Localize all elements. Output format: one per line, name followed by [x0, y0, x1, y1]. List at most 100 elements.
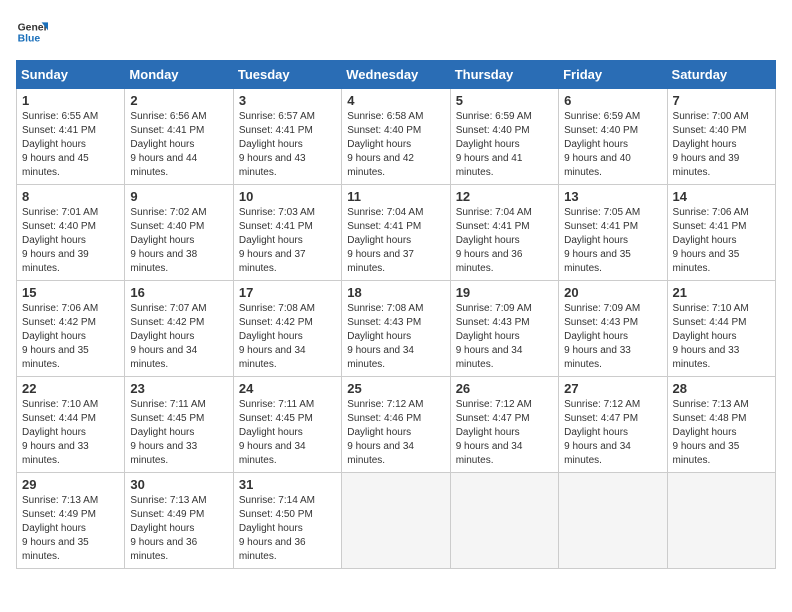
calendar-day-cell: 7 Sunrise: 7:00 AM Sunset: 4:40 PM Dayli…	[667, 89, 775, 185]
day-info: Sunrise: 7:12 AM Sunset: 4:46 PM Dayligh…	[347, 398, 444, 468]
day-number: 19	[456, 285, 553, 300]
day-number: 30	[130, 477, 227, 492]
weekday-header: Saturday	[667, 61, 775, 89]
day-number: 12	[456, 189, 553, 204]
day-info: Sunrise: 6:55 AM Sunset: 4:41 PM Dayligh…	[22, 110, 119, 180]
calendar-day-cell: 24 Sunrise: 7:11 AM Sunset: 4:45 PM Dayl…	[233, 377, 341, 473]
day-number: 10	[239, 189, 336, 204]
day-number: 16	[130, 285, 227, 300]
calendar-day-cell: 4 Sunrise: 6:58 AM Sunset: 4:40 PM Dayli…	[342, 89, 450, 185]
day-number: 24	[239, 381, 336, 396]
day-number: 13	[564, 189, 661, 204]
day-number: 1	[22, 93, 119, 108]
day-info: Sunrise: 7:13 AM Sunset: 4:48 PM Dayligh…	[673, 398, 770, 468]
day-number: 17	[239, 285, 336, 300]
calendar-day-cell: 28 Sunrise: 7:13 AM Sunset: 4:48 PM Dayl…	[667, 377, 775, 473]
day-number: 23	[130, 381, 227, 396]
day-number: 31	[239, 477, 336, 492]
calendar-day-cell: 11 Sunrise: 7:04 AM Sunset: 4:41 PM Dayl…	[342, 185, 450, 281]
calendar-table: SundayMondayTuesdayWednesdayThursdayFrid…	[16, 60, 776, 569]
day-number: 7	[673, 93, 770, 108]
day-info: Sunrise: 7:10 AM Sunset: 4:44 PM Dayligh…	[673, 302, 770, 372]
day-number: 18	[347, 285, 444, 300]
day-number: 2	[130, 93, 227, 108]
calendar-day-cell: 19 Sunrise: 7:09 AM Sunset: 4:43 PM Dayl…	[450, 281, 558, 377]
day-info: Sunrise: 6:59 AM Sunset: 4:40 PM Dayligh…	[456, 110, 553, 180]
day-info: Sunrise: 6:59 AM Sunset: 4:40 PM Dayligh…	[564, 110, 661, 180]
day-number: 15	[22, 285, 119, 300]
day-info: Sunrise: 6:56 AM Sunset: 4:41 PM Dayligh…	[130, 110, 227, 180]
calendar-week-row: 1 Sunrise: 6:55 AM Sunset: 4:41 PM Dayli…	[17, 89, 776, 185]
day-number: 20	[564, 285, 661, 300]
day-number: 8	[22, 189, 119, 204]
day-number: 5	[456, 93, 553, 108]
day-info: Sunrise: 7:04 AM Sunset: 4:41 PM Dayligh…	[347, 206, 444, 276]
weekday-header: Tuesday	[233, 61, 341, 89]
calendar-week-row: 29 Sunrise: 7:13 AM Sunset: 4:49 PM Dayl…	[17, 473, 776, 569]
calendar-day-cell: 23 Sunrise: 7:11 AM Sunset: 4:45 PM Dayl…	[125, 377, 233, 473]
calendar-day-cell: 27 Sunrise: 7:12 AM Sunset: 4:47 PM Dayl…	[559, 377, 667, 473]
calendar-day-cell: 21 Sunrise: 7:10 AM Sunset: 4:44 PM Dayl…	[667, 281, 775, 377]
calendar-day-cell: 8 Sunrise: 7:01 AM Sunset: 4:40 PM Dayli…	[17, 185, 125, 281]
calendar-day-cell	[450, 473, 558, 569]
day-number: 4	[347, 93, 444, 108]
calendar-day-cell: 20 Sunrise: 7:09 AM Sunset: 4:43 PM Dayl…	[559, 281, 667, 377]
day-info: Sunrise: 7:06 AM Sunset: 4:42 PM Dayligh…	[22, 302, 119, 372]
calendar-week-row: 8 Sunrise: 7:01 AM Sunset: 4:40 PM Dayli…	[17, 185, 776, 281]
day-info: Sunrise: 7:02 AM Sunset: 4:40 PM Dayligh…	[130, 206, 227, 276]
day-info: Sunrise: 7:06 AM Sunset: 4:41 PM Dayligh…	[673, 206, 770, 276]
weekday-header: Friday	[559, 61, 667, 89]
day-info: Sunrise: 7:09 AM Sunset: 4:43 PM Dayligh…	[564, 302, 661, 372]
day-number: 3	[239, 93, 336, 108]
day-number: 26	[456, 381, 553, 396]
day-info: Sunrise: 7:09 AM Sunset: 4:43 PM Dayligh…	[456, 302, 553, 372]
calendar-day-cell: 1 Sunrise: 6:55 AM Sunset: 4:41 PM Dayli…	[17, 89, 125, 185]
day-number: 29	[22, 477, 119, 492]
weekday-header: Sunday	[17, 61, 125, 89]
day-info: Sunrise: 7:08 AM Sunset: 4:42 PM Dayligh…	[239, 302, 336, 372]
calendar-day-cell: 30 Sunrise: 7:13 AM Sunset: 4:49 PM Dayl…	[125, 473, 233, 569]
day-info: Sunrise: 7:08 AM Sunset: 4:43 PM Dayligh…	[347, 302, 444, 372]
calendar-header-row: SundayMondayTuesdayWednesdayThursdayFrid…	[17, 61, 776, 89]
day-number: 21	[673, 285, 770, 300]
day-info: Sunrise: 7:13 AM Sunset: 4:49 PM Dayligh…	[22, 494, 119, 564]
day-info: Sunrise: 7:11 AM Sunset: 4:45 PM Dayligh…	[130, 398, 227, 468]
day-number: 14	[673, 189, 770, 204]
day-info: Sunrise: 7:04 AM Sunset: 4:41 PM Dayligh…	[456, 206, 553, 276]
day-number: 6	[564, 93, 661, 108]
calendar-day-cell	[559, 473, 667, 569]
day-info: Sunrise: 7:05 AM Sunset: 4:41 PM Dayligh…	[564, 206, 661, 276]
day-info: Sunrise: 7:12 AM Sunset: 4:47 PM Dayligh…	[564, 398, 661, 468]
day-number: 22	[22, 381, 119, 396]
calendar-day-cell: 2 Sunrise: 6:56 AM Sunset: 4:41 PM Dayli…	[125, 89, 233, 185]
day-number: 27	[564, 381, 661, 396]
calendar-day-cell: 15 Sunrise: 7:06 AM Sunset: 4:42 PM Dayl…	[17, 281, 125, 377]
calendar-day-cell: 18 Sunrise: 7:08 AM Sunset: 4:43 PM Dayl…	[342, 281, 450, 377]
calendar-day-cell: 14 Sunrise: 7:06 AM Sunset: 4:41 PM Dayl…	[667, 185, 775, 281]
day-number: 25	[347, 381, 444, 396]
weekday-header: Wednesday	[342, 61, 450, 89]
calendar-day-cell: 26 Sunrise: 7:12 AM Sunset: 4:47 PM Dayl…	[450, 377, 558, 473]
day-number: 28	[673, 381, 770, 396]
calendar-day-cell: 31 Sunrise: 7:14 AM Sunset: 4:50 PM Dayl…	[233, 473, 341, 569]
calendar-week-row: 22 Sunrise: 7:10 AM Sunset: 4:44 PM Dayl…	[17, 377, 776, 473]
calendar-day-cell: 6 Sunrise: 6:59 AM Sunset: 4:40 PM Dayli…	[559, 89, 667, 185]
calendar-day-cell: 9 Sunrise: 7:02 AM Sunset: 4:40 PM Dayli…	[125, 185, 233, 281]
day-info: Sunrise: 7:03 AM Sunset: 4:41 PM Dayligh…	[239, 206, 336, 276]
day-info: Sunrise: 7:01 AM Sunset: 4:40 PM Dayligh…	[22, 206, 119, 276]
logo-icon: General Blue	[16, 16, 48, 48]
calendar-day-cell: 3 Sunrise: 6:57 AM Sunset: 4:41 PM Dayli…	[233, 89, 341, 185]
day-info: Sunrise: 7:12 AM Sunset: 4:47 PM Dayligh…	[456, 398, 553, 468]
calendar-day-cell: 17 Sunrise: 7:08 AM Sunset: 4:42 PM Dayl…	[233, 281, 341, 377]
calendar-day-cell	[667, 473, 775, 569]
logo: General Blue	[16, 16, 48, 48]
weekday-header: Monday	[125, 61, 233, 89]
weekday-header: Thursday	[450, 61, 558, 89]
day-info: Sunrise: 6:57 AM Sunset: 4:41 PM Dayligh…	[239, 110, 336, 180]
calendar-body: 1 Sunrise: 6:55 AM Sunset: 4:41 PM Dayli…	[17, 89, 776, 569]
calendar-day-cell: 12 Sunrise: 7:04 AM Sunset: 4:41 PM Dayl…	[450, 185, 558, 281]
page-header: General Blue	[16, 16, 776, 48]
calendar-day-cell: 13 Sunrise: 7:05 AM Sunset: 4:41 PM Dayl…	[559, 185, 667, 281]
calendar-day-cell: 25 Sunrise: 7:12 AM Sunset: 4:46 PM Dayl…	[342, 377, 450, 473]
calendar-week-row: 15 Sunrise: 7:06 AM Sunset: 4:42 PM Dayl…	[17, 281, 776, 377]
